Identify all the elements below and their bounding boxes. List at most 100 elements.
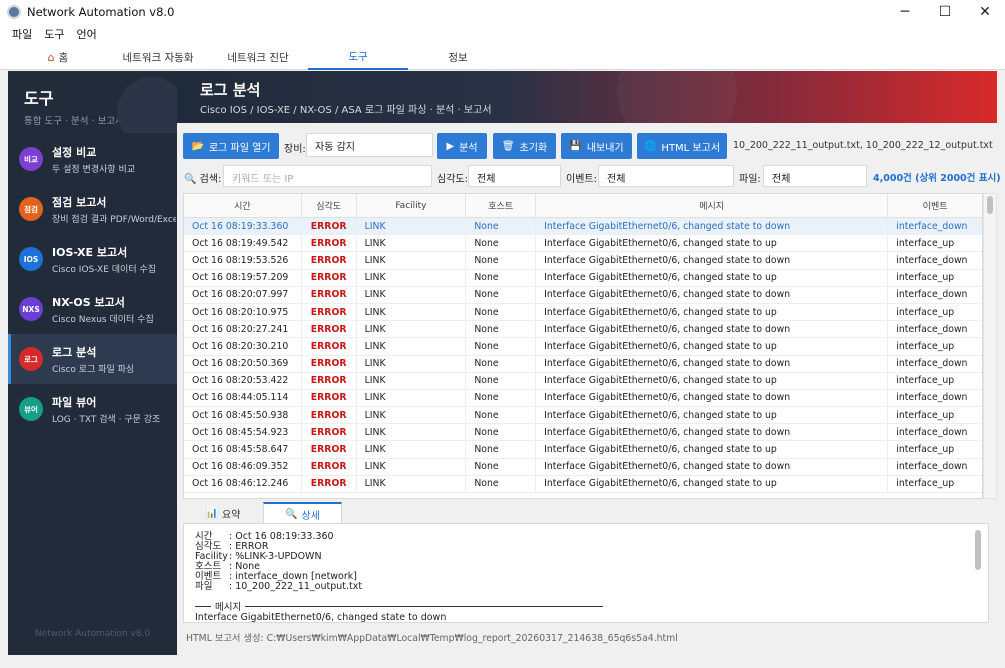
- severity-select[interactable]: 전체: [468, 165, 561, 187]
- table-cell: Oct 16 08:20:10.975: [184, 303, 302, 321]
- loaded-files-text: 10_200_222_11_output.txt, 10_200_222_12_…: [733, 140, 993, 151]
- menu-file[interactable]: 파일: [6, 26, 38, 42]
- close-button[interactable]: ✕: [965, 0, 1005, 24]
- table-row[interactable]: Oct 16 08:19:49.542 ERROR LINK None Interfac…: [184, 235, 982, 253]
- sidebar-item-iosxe-report[interactable]: IOS IOS-XE 보고서 Cisco IOS-XE 데이터 수집: [8, 234, 177, 284]
- minimize-button[interactable]: ─: [885, 0, 925, 24]
- table-cell: interface_down: [896, 323, 968, 335]
- table-row[interactable]: Oct 16 08:19:33.360 ERROR LINK None Interfac…: [184, 218, 982, 236]
- message-separator: 메시지: [195, 601, 977, 613]
- table-row[interactable]: Oct 16 08:20:30.210 ERROR LINK None Interfac…: [184, 338, 982, 356]
- table-cell: Oct 16 08:19:53.526: [184, 252, 302, 269]
- table-cell: Interface GigabitEthernet0/6, changed st…: [536, 475, 889, 492]
- table-cell: Interface GigabitEthernet0/6, changed st…: [536, 303, 889, 321]
- table-cell: ERROR: [302, 338, 357, 355]
- maximize-button[interactable]: ☐: [925, 0, 965, 24]
- tab-tools[interactable]: 도구: [308, 44, 408, 70]
- table-row[interactable]: Oct 16 08:20:50.369 ERROR LINK None Interfac…: [184, 355, 982, 373]
- tab-home[interactable]: ⌂ 홈: [8, 44, 108, 70]
- sidebar-item-desc: LOG · TXT 검색 · 구문 강조: [52, 414, 161, 425]
- sidebar-item-file-viewer[interactable]: 뷰어 파일 뷰어 LOG · TXT 검색 · 구문 강조: [8, 384, 177, 434]
- tab-tools-label: 도구: [348, 50, 368, 63]
- table-row[interactable]: Oct 16 08:20:07.997 ERROR LINK None Interfac…: [184, 286, 982, 304]
- event-select[interactable]: 전체: [598, 165, 734, 187]
- table-cell: Oct 16 08:46:12.246: [184, 475, 302, 492]
- column-header-severity[interactable]: 심각도: [302, 194, 357, 217]
- menu-tools[interactable]: 도구: [38, 26, 70, 42]
- table-cell: Interface GigabitEthernet0/6, changed st…: [536, 355, 889, 372]
- table-cell: LINK: [357, 424, 467, 441]
- html-report-button[interactable]: 🌐 HTML 보고서: [637, 133, 727, 159]
- table-cell: LINK: [357, 407, 467, 424]
- table-cell: LINK: [357, 355, 467, 372]
- column-header-facility[interactable]: Facility: [357, 194, 467, 217]
- table-row[interactable]: Oct 16 08:45:50.938 ERROR LINK None Interfac…: [184, 407, 982, 425]
- severity-label: 심각도:: [437, 174, 468, 185]
- tab-network-automation[interactable]: 네트워크 자동화: [108, 44, 208, 70]
- tab-info[interactable]: 정보: [408, 44, 508, 70]
- tab-detail[interactable]: 🔍 상세: [263, 502, 342, 524]
- table-row[interactable]: Oct 16 08:20:10.975 ERROR LINK None Interfac…: [184, 303, 982, 322]
- detail-scrollbar-thumb[interactable]: [975, 530, 981, 570]
- table-cell: None: [466, 269, 537, 286]
- tab-info-label: 정보: [448, 51, 468, 64]
- tab-detail-label: 상세: [301, 510, 320, 522]
- table-cell: Interface GigabitEthernet0/6, changed st…: [536, 441, 889, 458]
- table-cell: LINK: [357, 252, 467, 269]
- table-cell: Oct 16 08:46:09.352: [184, 458, 302, 475]
- table-cell: LINK: [357, 303, 467, 321]
- search-input[interactable]: 키워드 또는 IP: [223, 165, 432, 187]
- ios-badge-icon: IOS: [19, 247, 43, 271]
- sidebar-item-log-analysis[interactable]: 로그 로그 분석 Cisco 로그 파일 파싱: [8, 334, 177, 384]
- open-log-file-button[interactable]: 📂 로그 파일 열기: [183, 133, 279, 159]
- table-scrollbar-thumb[interactable]: [987, 196, 993, 214]
- table-row[interactable]: Oct 16 08:46:09.352 ERROR LINK None Interfac…: [184, 458, 982, 476]
- table-row[interactable]: Oct 16 08:44:05.114 ERROR LINK None Interfac…: [184, 389, 982, 408]
- table-cell: ERROR: [302, 321, 357, 338]
- table-cell: ERROR: [302, 269, 357, 286]
- table-scrollbar[interactable]: [983, 193, 997, 499]
- table-cell: LINK: [357, 389, 467, 407]
- table-cell: interface_down: [896, 289, 968, 301]
- detail-scrollbar[interactable]: [973, 526, 983, 594]
- sidebar-item-inspection-report[interactable]: 점검 점검 보고서 장비 점검 결과 PDF/Word/Excel: [8, 184, 177, 234]
- sidebar-footer: Network Automation v8.0: [34, 629, 151, 639]
- table-cell: Oct 16 08:45:50.938: [184, 407, 302, 424]
- sidebar-header: 도구 통합 도구 · 분석 · 보고서: [8, 71, 177, 133]
- html-report-label: HTML 보고서: [661, 142, 721, 154]
- detail-key: 파일: [195, 581, 213, 592]
- device-select[interactable]: 자동 감지: [306, 133, 433, 157]
- table-cell: LINK: [357, 235, 467, 252]
- table-row[interactable]: Oct 16 08:45:58.647 ERROR LINK None Interfac…: [184, 441, 982, 459]
- table-row[interactable]: Oct 16 08:20:27.241 ERROR LINK None Interfac…: [184, 321, 982, 339]
- table-cell: Interface GigabitEthernet0/6, changed st…: [536, 458, 889, 475]
- tab-summary[interactable]: 📊 요약: [185, 502, 261, 524]
- table-row[interactable]: Oct 16 08:19:57.209 ERROR LINK None Interfac…: [184, 269, 982, 287]
- file-select[interactable]: 전체: [763, 165, 867, 187]
- sidebar-item-nxos-report[interactable]: NXS NX-OS 보고서 Cisco Nexus 데이터 수집: [8, 284, 177, 334]
- table-row[interactable]: Oct 16 08:45:54.923 ERROR LINK None Interfac…: [184, 424, 982, 442]
- reset-button[interactable]: 🗑 초기화: [493, 133, 556, 159]
- table-cell: ERROR: [302, 235, 357, 252]
- export-button[interactable]: 💾 내보내기: [561, 133, 632, 159]
- table-row[interactable]: Oct 16 08:19:53.526 ERROR LINK None Interfac…: [184, 252, 982, 270]
- menu-language[interactable]: 언어: [71, 26, 103, 42]
- compare-badge-icon: 비교: [19, 147, 43, 171]
- globe-icon: 🌐: [643, 140, 657, 152]
- table-cell: interface_up: [896, 409, 955, 421]
- table-cell: ERROR: [302, 407, 357, 424]
- sidebar-item-config-compare[interactable]: 비교 설정 비교 두 설정 변경사항 비교: [8, 134, 177, 184]
- table-row[interactable]: Oct 16 08:20:53.422 ERROR LINK None Interfac…: [184, 372, 982, 390]
- table-cell: None: [466, 303, 537, 321]
- tab-network-diagnosis[interactable]: 네트워크 진단: [208, 44, 308, 70]
- column-header-host[interactable]: 호스트: [466, 194, 537, 217]
- table-cell: ERROR: [302, 424, 357, 441]
- result-count: 4,000건 (상위 2000건 표시): [873, 173, 1001, 184]
- column-header-event[interactable]: 이벤트: [888, 194, 982, 217]
- detail-panel[interactable]: 시간: Oct 16 08:19:33.360 심각도: ERROR Facil…: [183, 523, 989, 623]
- table-row[interactable]: Oct 16 08:46:12.246 ERROR LINK None Interfac…: [184, 475, 982, 493]
- column-header-time[interactable]: 시간: [184, 194, 302, 217]
- analyze-button[interactable]: ▶ 분석: [437, 133, 487, 159]
- table-cell: None: [466, 286, 537, 303]
- column-header-message[interactable]: 메시지: [536, 194, 889, 217]
